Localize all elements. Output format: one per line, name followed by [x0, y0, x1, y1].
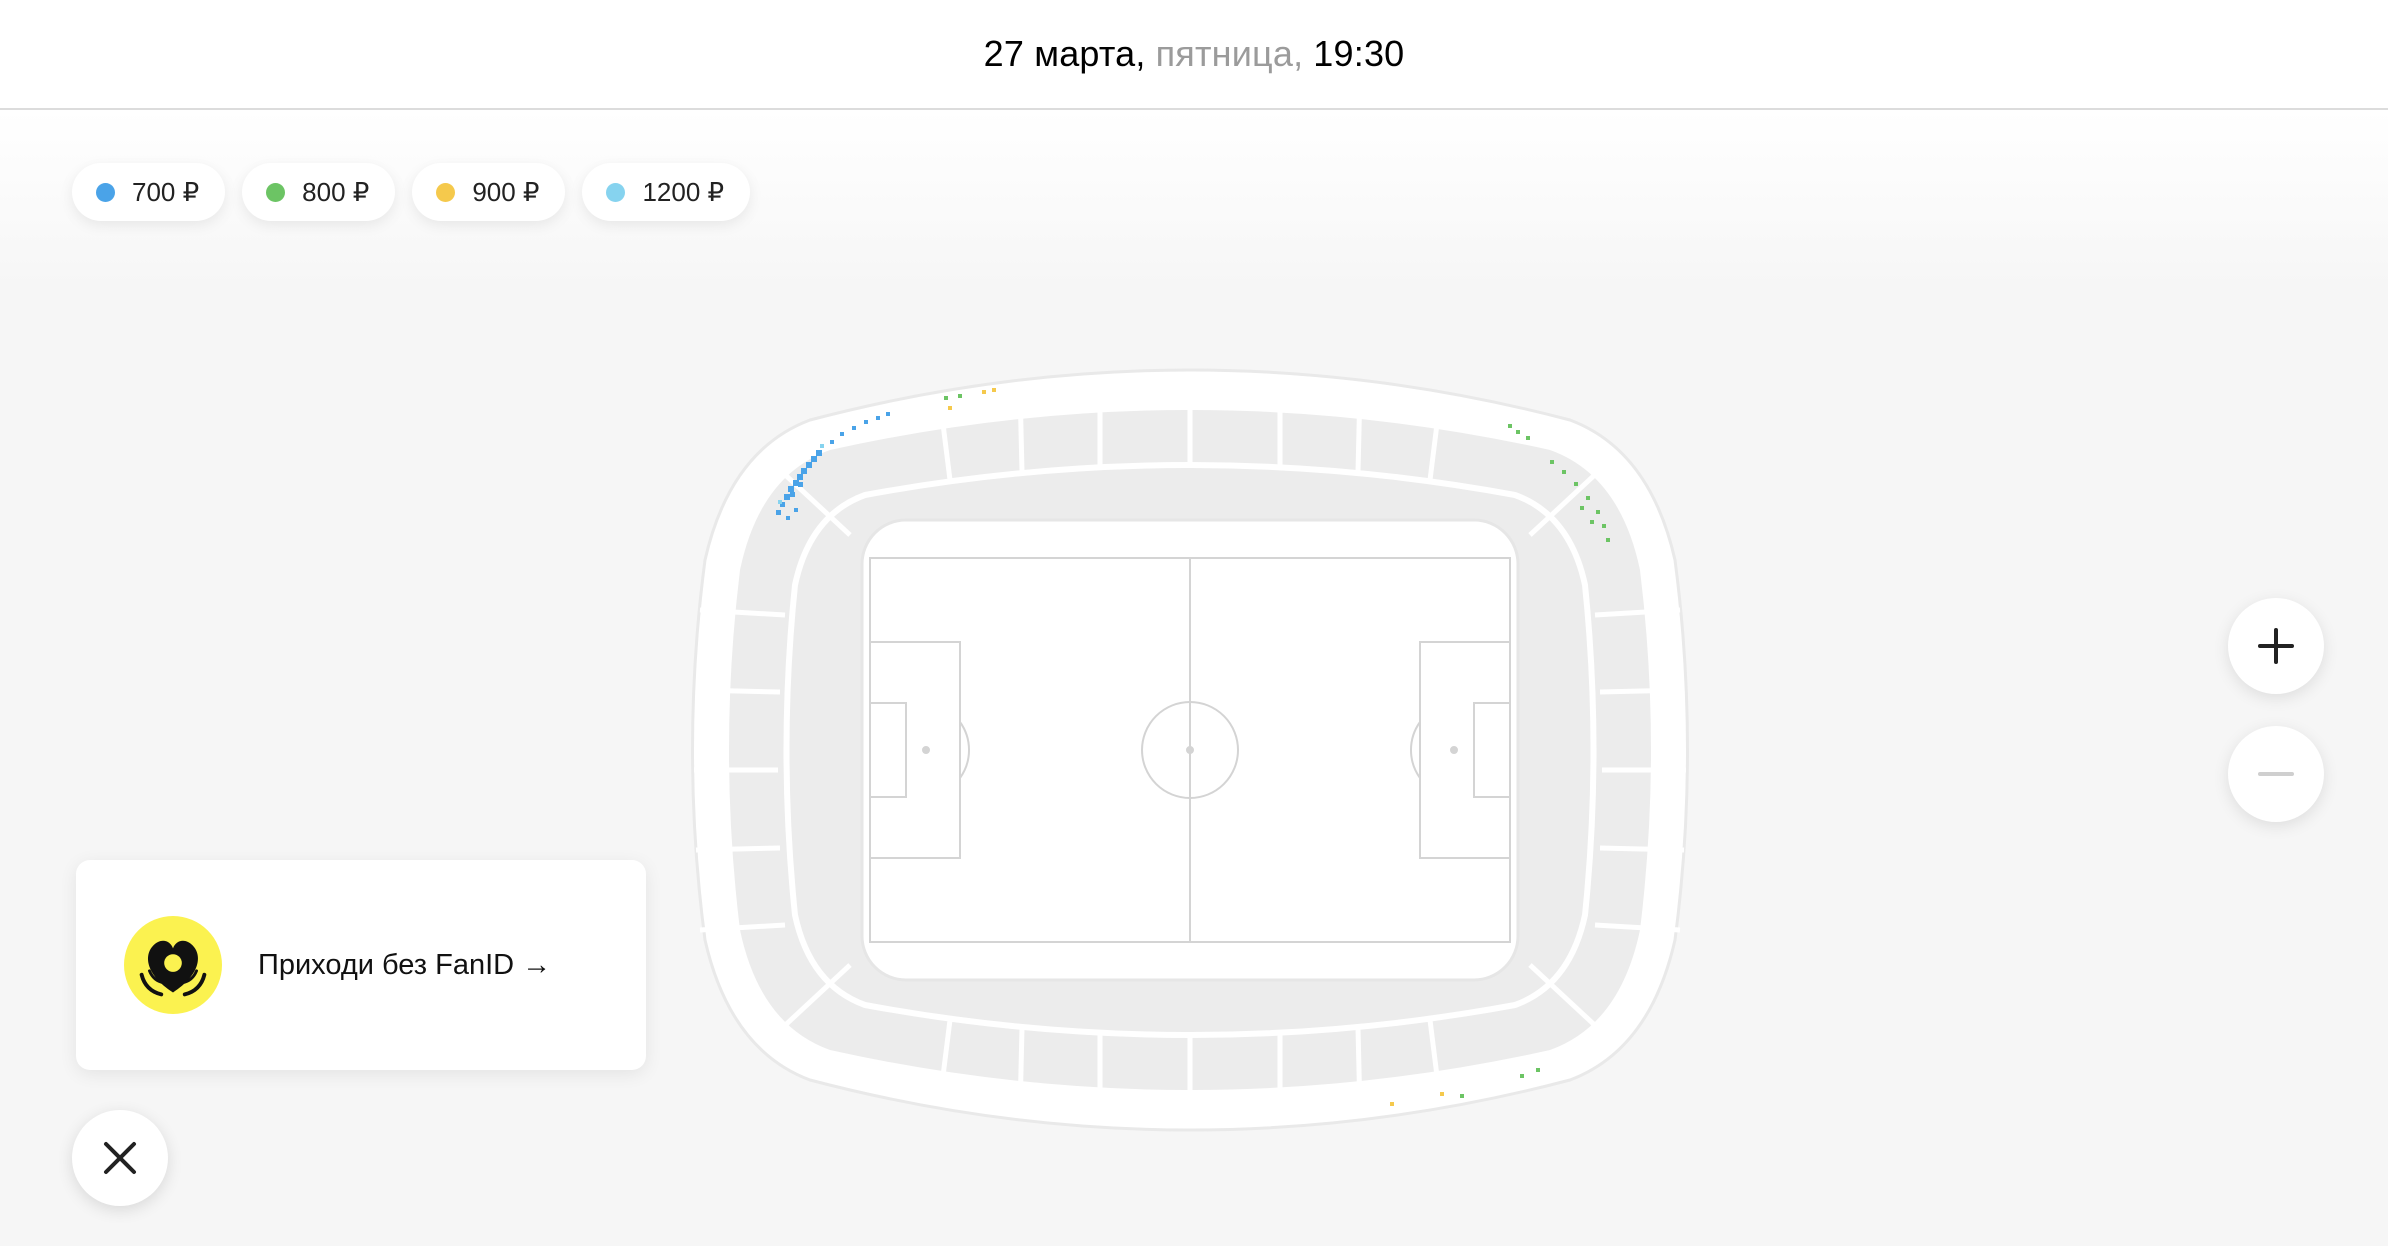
price-filter-800[interactable]: 800 ₽ — [242, 163, 396, 221]
plus-icon — [2258, 628, 2294, 664]
event-header: 27 марта, пятница, 19:30 — [0, 0, 2388, 110]
fanid-promo-card[interactable]: Приходи без FanID → — [76, 860, 646, 1070]
price-dot-icon — [436, 182, 456, 202]
zoom-out-button[interactable] — [2228, 726, 2324, 822]
close-button[interactable] — [72, 1110, 168, 1206]
price-label: 1200 ₽ — [642, 176, 725, 207]
event-date: 27 марта, — [983, 33, 1146, 74]
price-legend: 700 ₽ 800 ₽ 900 ₽ 1200 ₽ — [72, 163, 751, 221]
price-filter-900[interactable]: 900 ₽ — [412, 163, 566, 221]
zoom-in-button[interactable] — [2228, 598, 2324, 694]
price-dot-icon — [266, 182, 286, 202]
price-filter-700[interactable]: 700 ₽ — [72, 163, 226, 221]
close-icon — [104, 1142, 136, 1174]
event-weekday: пятница, — [1155, 33, 1304, 74]
event-time: 19:30 — [1313, 33, 1405, 74]
stadium-seat-map[interactable] — [690, 360, 1690, 1140]
football-heart-logo — [124, 916, 222, 1014]
minus-icon — [2258, 772, 2294, 776]
price-filter-1200[interactable]: 1200 ₽ — [582, 163, 751, 221]
price-label: 800 ₽ — [302, 176, 370, 207]
fanid-promo-text: Приходи без FanID → — [258, 948, 552, 981]
price-label: 700 ₽ — [132, 176, 200, 207]
price-dot-icon — [96, 182, 115, 202]
price-dot-icon — [606, 182, 626, 202]
price-label: 900 ₽ — [472, 176, 540, 207]
